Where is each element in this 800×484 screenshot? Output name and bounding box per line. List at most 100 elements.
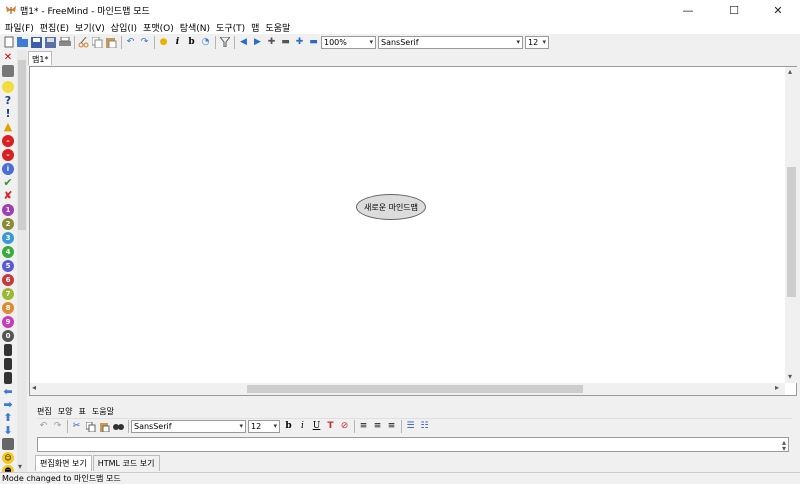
mind-map-canvas[interactable] [29, 66, 797, 396]
cut-icon[interactable]: ✂ [70, 420, 83, 433]
cloud-icon[interactable]: ◔ [199, 36, 212, 49]
menu-navigate[interactable]: 탐색(N) [177, 21, 213, 34]
arrow-up-icon[interactable]: ⬆ [2, 412, 14, 424]
vertical-scrollbar[interactable]: ▴ ▾ [785, 67, 797, 383]
priority-2-icon[interactable]: 2 [2, 218, 14, 230]
priority-5-icon[interactable]: 5 [2, 260, 14, 272]
print-icon[interactable] [58, 36, 71, 49]
zoom-plus-icon[interactable]: ✚ [265, 36, 278, 49]
horizontal-scrollbar[interactable]: ◂ ▸ [30, 383, 785, 395]
menu-insert[interactable]: 삽입(I) [108, 21, 140, 34]
vertical-scroll-thumb[interactable] [787, 167, 796, 297]
note-menu-table[interactable]: 표 [78, 406, 85, 417]
undo-icon[interactable]: ↶ [37, 420, 50, 433]
menu-tools[interactable]: 도구(T) [213, 21, 248, 34]
bold-icon[interactable]: b [185, 36, 198, 49]
save-as-icon[interactable] [44, 36, 57, 49]
note-font-size-select[interactable]: 12 ▾ [248, 420, 280, 433]
close-window-button[interactable]: ✕ [756, 0, 800, 20]
menu-edit[interactable]: 편집(E) [37, 21, 72, 34]
tab-html-code-view[interactable]: HTML 코드 보기 [92, 455, 160, 471]
font-size-select[interactable]: 12 ▾ [525, 35, 549, 49]
paste-icon[interactable] [98, 420, 111, 433]
menu-help[interactable]: 도움말 [262, 21, 293, 34]
align-left-icon[interactable]: ≡ [357, 420, 370, 433]
note-menu-edit[interactable]: 편집 [37, 406, 52, 417]
bullet-list-icon[interactable]: ☰ [404, 420, 417, 433]
stop-icon[interactable]: – [2, 135, 14, 147]
maximize-button[interactable]: ☐ [712, 0, 756, 20]
save-icon[interactable] [30, 36, 43, 49]
trash-icon[interactable] [2, 65, 14, 77]
numbered-list-icon[interactable]: ☷ [418, 420, 431, 433]
horizontal-scroll-thumb[interactable] [247, 385, 583, 393]
traffic-light-red-icon[interactable] [4, 344, 12, 356]
copy-icon[interactable] [91, 36, 104, 49]
tab-map1[interactable]: 맵1* [28, 51, 52, 65]
minimize-button[interactable]: — [666, 0, 710, 20]
scroll-up-icon[interactable]: ▴ [788, 67, 792, 76]
smiley-icon[interactable]: ☺ [2, 452, 14, 464]
align-right-icon[interactable]: ≡ [385, 420, 398, 433]
undo-icon[interactable]: ↶ [124, 36, 137, 49]
priority-1-icon[interactable]: 1 [2, 204, 14, 216]
priority-8-icon[interactable]: 8 [2, 302, 14, 314]
copy-icon[interactable] [84, 420, 97, 433]
expand-plus-icon[interactable]: ✚ [293, 36, 306, 49]
question-icon[interactable]: ? [2, 95, 14, 107]
new-map-icon[interactable] [2, 36, 15, 49]
exclamation-icon[interactable]: ! [2, 108, 14, 120]
note-text-area[interactable]: ▴ ▾ [37, 437, 789, 453]
text-color-icon[interactable]: T [324, 420, 337, 433]
priority-6-icon[interactable]: 6 [2, 274, 14, 286]
paste-icon[interactable] [105, 36, 118, 49]
scroll-left-icon[interactable]: ◂ [32, 383, 36, 392]
redo-icon[interactable]: ↷ [51, 420, 64, 433]
arrow-left-icon[interactable]: ◀ [237, 36, 250, 49]
scroll-down-icon[interactable]: ▾ [18, 462, 22, 471]
note-font-family-select[interactable]: SansSerif ▾ [131, 420, 246, 433]
info-icon[interactable]: i [2, 163, 14, 175]
remove-icon[interactable]: ✕ [2, 52, 14, 64]
lightbulb-icon[interactable]: ● [157, 36, 170, 49]
no-entry-icon[interactable]: – [2, 149, 14, 161]
note-menu-help[interactable]: 도움말 [92, 406, 114, 417]
font-family-select[interactable]: SansSerif ▾ [378, 35, 523, 49]
traffic-light-green-icon[interactable] [4, 372, 12, 384]
zoom-select[interactable]: 100% ▾ [321, 35, 376, 49]
zoom-minus-icon[interactable]: ▬ [279, 36, 292, 49]
find-binoculars-icon[interactable] [112, 420, 125, 433]
italic-icon[interactable]: i [171, 36, 184, 49]
underline-icon[interactable]: U [310, 420, 323, 433]
cut-icon[interactable] [77, 36, 90, 49]
note-menu-format[interactable]: 모양 [58, 406, 73, 417]
attachment-icon[interactable] [2, 438, 14, 450]
redo-icon[interactable]: ↷ [138, 36, 151, 49]
scroll-down-icon[interactable]: ▾ [788, 372, 792, 381]
priority-4-icon[interactable]: 4 [2, 246, 14, 258]
priority-7-icon[interactable]: 7 [2, 288, 14, 300]
scroll-right-icon[interactable]: ▸ [775, 383, 779, 392]
lightbulb-icon[interactable] [2, 81, 14, 93]
menu-format[interactable]: 포맷(O) [140, 21, 177, 34]
icon-bar-scrollbar[interactable]: ▾ [17, 50, 27, 474]
cross-icon[interactable]: ✘ [2, 190, 14, 202]
open-folder-icon[interactable] [16, 36, 29, 49]
arrow-left-icon[interactable]: ⬅ [2, 386, 14, 398]
menu-map[interactable]: 맵 [248, 21, 262, 34]
filter-icon[interactable] [218, 36, 231, 49]
priority-0-icon[interactable]: 0 [2, 330, 14, 342]
clear-format-icon[interactable]: ⊘ [338, 420, 351, 433]
align-center-icon[interactable]: ≡ [371, 420, 384, 433]
tab-wysiwyg-view[interactable]: 편집화면 보기 [35, 455, 92, 471]
checkmark-icon[interactable]: ✔ [2, 177, 14, 189]
priority-3-icon[interactable]: 3 [2, 232, 14, 244]
italic-icon[interactable]: i [296, 420, 309, 433]
root-node[interactable]: 새로운 마인드맵 [356, 194, 426, 220]
arrow-down-icon[interactable]: ⬇ [2, 425, 14, 437]
arrow-right-icon[interactable]: ▶ [251, 36, 264, 49]
arrow-right-icon[interactable]: ➡ [2, 399, 14, 411]
icon-bar-scroll-thumb[interactable] [18, 60, 26, 230]
bold-icon[interactable]: b [282, 420, 295, 433]
menu-view[interactable]: 보기(V) [72, 21, 108, 34]
